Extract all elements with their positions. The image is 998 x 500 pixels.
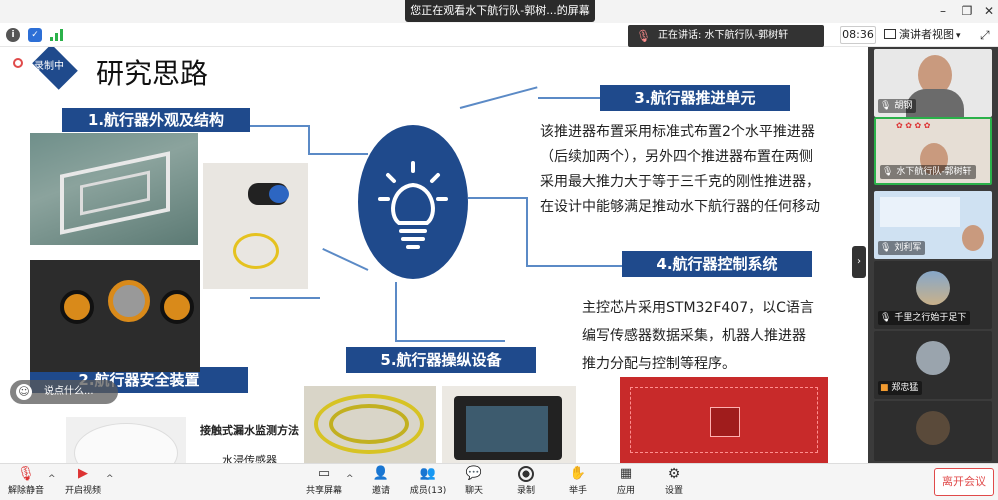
restore-icon[interactable]: ❐ — [960, 4, 974, 18]
view-mode-label: 演讲者视图 — [899, 28, 954, 41]
participant-tile[interactable] — [874, 401, 992, 461]
emoji-icon[interactable]: ☺ — [16, 384, 32, 400]
members-icon: 👥 — [419, 466, 437, 481]
lightbulb-icon — [358, 125, 468, 279]
participant-tile[interactable]: 🎙 胡钢 — [874, 49, 992, 117]
meeting-timer: 08:36 — [840, 26, 876, 44]
chevron-up-icon[interactable]: ^ — [106, 474, 114, 484]
recording-label: 录制中 — [34, 61, 64, 72]
active-speaker-indicator: 🎙 正在讲话: 水下航行队-郭树轩 — [628, 25, 824, 47]
participant-name: 千里之行始于足下 — [894, 313, 967, 323]
collapse-sidebar-button[interactable]: › — [852, 246, 866, 278]
thruster-photo — [203, 163, 308, 289]
microphone-icon: 🎙 — [636, 29, 652, 43]
gear-icon: ⚙ — [667, 466, 681, 482]
shared-poster — [880, 197, 960, 227]
avatar — [916, 341, 950, 375]
connector-line — [526, 265, 622, 267]
add-user-icon: 👤 — [372, 466, 390, 481]
thruster-description: 该推进器布置采用标准式布置2个水平推进器 （后续加两个），另外四个推进器布置在两… — [540, 124, 820, 215]
connector-line — [459, 86, 538, 109]
participant-name: 刘利军 — [894, 243, 922, 253]
microphone-icon: 🎙 — [880, 243, 892, 253]
apps-button[interactable]: ▦ 应用 — [610, 466, 642, 500]
screen-share-banner: 您正在观看水下航行队-郭树...的屏幕 — [405, 0, 595, 22]
participant-name: 胡钢 — [894, 101, 913, 111]
leak-sensor-photo — [66, 417, 186, 463]
participant-tile[interactable]: 🎙 千里之行始于足下 — [874, 261, 992, 329]
invite-button[interactable]: 👤 邀请 — [364, 466, 398, 500]
user-icon: ■ — [880, 383, 889, 393]
connector-line — [526, 197, 528, 267]
pcb-photo — [620, 377, 828, 463]
connector-line — [308, 125, 310, 155]
section-header-5: 5.航行器操纵设备 — [346, 347, 536, 373]
participant-tile[interactable]: 🎙 刘利军 — [874, 191, 992, 259]
leak-detection-title: 接触式漏水监测方法 — [200, 424, 299, 437]
members-button[interactable]: 👥 成员(13) — [406, 466, 450, 500]
share-screen-icon: ▭ — [317, 466, 331, 481]
vehicle-front-photo — [30, 260, 200, 372]
hand-icon: ✋ — [569, 466, 587, 481]
participant-tile[interactable]: ■ 郑忠猛 — [874, 331, 992, 399]
shared-slide: 录制中 研究思路 1.航行器外观及结构 3.航行器推进单元 4.航行器控制系统 … — [0, 47, 858, 463]
unmute-button[interactable]: 🎙 解除静音 — [6, 466, 46, 500]
fullscreen-icon[interactable]: ⤢ — [980, 28, 990, 43]
connector-line — [468, 197, 528, 199]
section-header-3: 3.航行器推进单元 — [600, 85, 790, 111]
chevron-up-icon[interactable]: ^ — [48, 474, 56, 484]
minimize-icon[interactable]: – — [936, 4, 950, 18]
tether-cable-photo — [304, 386, 436, 463]
start-video-button[interactable]: ▶ 开启视频 — [62, 466, 104, 500]
vehicle-underwater-photo — [30, 133, 198, 245]
view-mode-button[interactable]: 演讲者视图 ▾ — [884, 26, 972, 44]
avatar — [962, 225, 984, 251]
shield-icon[interactable]: ✓ — [28, 28, 42, 42]
apps-icon: ▦ — [619, 466, 633, 481]
leave-meeting-button[interactable]: 离开会议 — [934, 468, 994, 496]
record-icon — [516, 466, 536, 484]
participant-name: 郑忠猛 — [891, 383, 919, 393]
grid-icon — [884, 29, 896, 39]
microphone-muted-icon: 🎙 — [17, 466, 35, 482]
chat-placeholder: 说点什么... — [44, 386, 94, 397]
record-dot-icon — [13, 58, 23, 68]
connector-line — [538, 97, 600, 99]
share-screen-button[interactable]: ▭ 共享屏幕 — [304, 466, 344, 500]
control-description: 主控芯片采用STM32F407，以C语言 编写传感器数据采集，机器人推进器 推力… — [582, 300, 814, 372]
chevron-down-icon: ▾ — [956, 31, 961, 41]
microphone-icon: 🎙 — [880, 101, 892, 111]
avatar — [916, 411, 950, 445]
chat-input[interactable]: ☺ 说点什么... — [10, 380, 118, 404]
chat-button[interactable]: 💬 聊天 — [458, 466, 490, 500]
record-button[interactable]: 录制 — [510, 466, 542, 500]
meeting-controls-bar: 🎙 解除静音 ^ ▶ 开启视频 ^ ▭ 共享屏幕 ^ 👤 邀请 👥 成员(13) 💬 聊天 … — [0, 463, 998, 500]
active-speaker-text: 正在讲话: 水下航行队-郭树轩 — [658, 30, 789, 41]
signal-icon[interactable] — [50, 29, 64, 41]
close-icon[interactable]: ✕ — [982, 4, 996, 18]
chevron-up-icon[interactable]: ^ — [346, 474, 354, 484]
connector-line — [395, 340, 505, 342]
info-icon[interactable]: i — [6, 28, 20, 42]
chat-icon: 💬 — [465, 466, 483, 481]
avatar — [916, 271, 950, 305]
connector-line — [250, 125, 310, 127]
raise-hand-button[interactable]: ✋ 举手 — [562, 466, 594, 500]
section-header-1: 1.航行器外观及结构 — [62, 108, 250, 132]
settings-button[interactable]: ⚙ 设置 — [658, 466, 690, 500]
connector-line — [250, 297, 320, 299]
microphone-icon: 🎙 — [882, 167, 894, 177]
slide-title: 研究思路 — [96, 57, 209, 90]
control-terminal-photo — [442, 386, 576, 463]
section-header-4: 4.航行器控制系统 — [622, 251, 812, 277]
camera-off-icon: ▶ — [78, 466, 88, 481]
microphone-off-icon: 🎙 — [880, 313, 892, 323]
leak-sensor-label: 水浸传感器 — [222, 454, 277, 463]
window-title-bar: 您正在观看水下航行队-郭树...的屏幕 – ❐ ✕ — [0, 0, 998, 23]
connector-line — [395, 282, 397, 342]
participant-sidebar: 🎙 胡钢 ✿ ✿ ✿ ✿ 🎙 水下航行队-郭树轩 🎙 刘利军 🎙 千里之行始于足… — [868, 47, 998, 463]
participant-name: 水下航行队-郭树轩 — [896, 167, 972, 177]
participant-tile[interactable]: ✿ ✿ ✿ ✿ 🎙 水下航行队-郭树轩 — [874, 117, 992, 185]
